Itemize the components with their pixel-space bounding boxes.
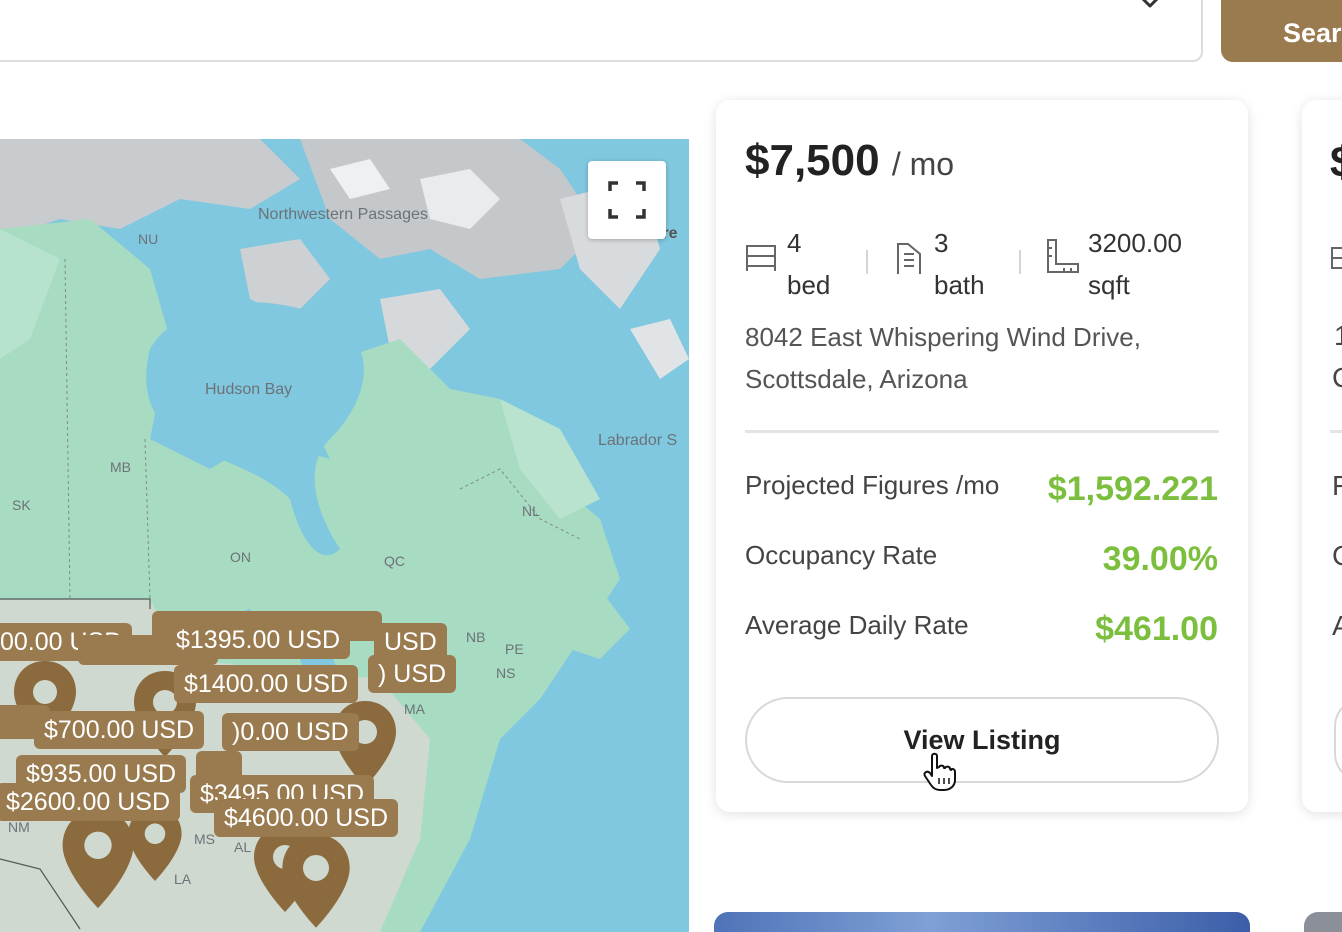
listing-photo[interactable] — [714, 912, 1250, 932]
next-card-address-2: C — [1332, 362, 1342, 394]
hand-pointer-cursor-icon — [923, 752, 956, 791]
listing-price: $7,500 / mo — [745, 136, 954, 186]
metric-label-adr: Average Daily Rate — [745, 610, 969, 640]
map-price-tag[interactable]: $4600.00 USD — [214, 799, 399, 837]
sqft-label: sqft — [1088, 270, 1130, 300]
map-price-tag[interactable]: $2600.00 USD — [0, 783, 181, 821]
view-listing-button[interactable]: View Listing — [745, 697, 1219, 783]
map-price-tag[interactable]: $1395.00 USD — [166, 621, 351, 659]
listing-price-amount: $7,500 — [745, 136, 880, 185]
map-label-nu: NU — [138, 231, 159, 247]
listing-photo[interactable] — [1304, 912, 1342, 932]
metric-label-projected: Projected Figures /mo — [745, 470, 1000, 500]
next-card-metric-2: C — [1332, 540, 1342, 572]
next-card-price: $ — [1330, 138, 1342, 188]
location-select[interactable] — [0, 0, 1203, 62]
address-line-2: Scottsdale, Arizona — [745, 364, 968, 394]
fullscreen-button[interactable] — [588, 161, 666, 239]
map-label-nb: NB — [466, 629, 486, 645]
map-label-qc: QC — [384, 553, 405, 569]
feature-separator — [866, 250, 868, 274]
bath-icon — [897, 243, 921, 274]
sqft-value: 3200.00 — [1088, 228, 1182, 258]
map[interactable]: Northwestern Passages NU Hudson Bay Labr… — [0, 139, 689, 932]
beds-count: 4 bed — [787, 222, 830, 306]
map-label-hudson-bay: Hudson Bay — [205, 381, 293, 398]
listing-price-period: / mo — [891, 146, 955, 182]
next-card-metric-3: A — [1332, 610, 1342, 641]
map-price-tag[interactable]: $1400.00 USD — [174, 665, 359, 703]
map-label-labrador: Labrador S — [598, 432, 678, 449]
feature-separator — [1019, 250, 1021, 274]
map-label-pe: PE — [505, 641, 524, 657]
map-label-ns: NS — [496, 665, 516, 681]
address-line-1: 8042 East Whispering Wind Drive, — [745, 322, 1141, 352]
map-label-mb: MB — [110, 459, 131, 475]
sqft-area: 3200.00 sqft — [1088, 222, 1182, 306]
map-label-nm: NM — [8, 819, 30, 835]
metric-value-projected: $1,592.221 — [1047, 470, 1218, 508]
baths-label: bath — [934, 270, 985, 300]
map-label-northwestern-passages: Northwestern Passages — [258, 206, 428, 223]
map-price-tag[interactable]: ) USD — [368, 655, 457, 693]
next-card-metric-1: F — [1332, 470, 1342, 501]
baths-count: 3 bath — [934, 222, 985, 306]
search-button[interactable]: Sear — [1221, 0, 1342, 62]
bed-icon — [1331, 247, 1342, 269]
next-listing-card — [1302, 100, 1342, 812]
map-label-al: AL — [234, 839, 252, 855]
fullscreen-icon — [608, 181, 646, 219]
area-ruler-icon — [1047, 239, 1079, 273]
listing-address: 8042 East Whispering Wind Drive, Scottsd… — [745, 316, 1205, 400]
baths-value: 3 — [934, 228, 949, 258]
map-pin-icon[interactable] — [278, 829, 354, 932]
beds-value: 4 — [787, 228, 802, 258]
chevron-down-icon — [1141, 0, 1159, 8]
metric-value-occupancy: 39.00% — [1102, 540, 1218, 578]
map-price-tag[interactable]: )0.00 USD — [222, 713, 359, 751]
map-label-ms: MS — [194, 831, 215, 847]
map-price-tag[interactable]: $700.00 USD — [34, 711, 205, 749]
map-label-nl: NL — [522, 503, 540, 519]
map-label-ma: MA — [404, 701, 425, 717]
next-card-divider — [1330, 430, 1342, 433]
beds-label: bed — [787, 270, 831, 300]
map-label-sk: SK — [12, 497, 31, 513]
next-card-address-1: 1 — [1334, 320, 1342, 351]
map-label-on: ON — [230, 549, 251, 565]
card-divider — [745, 430, 1219, 433]
metric-label-occupancy: Occupancy Rate — [745, 540, 938, 570]
bed-icon — [746, 245, 776, 271]
metric-value-adr: $461.00 — [1095, 610, 1218, 648]
